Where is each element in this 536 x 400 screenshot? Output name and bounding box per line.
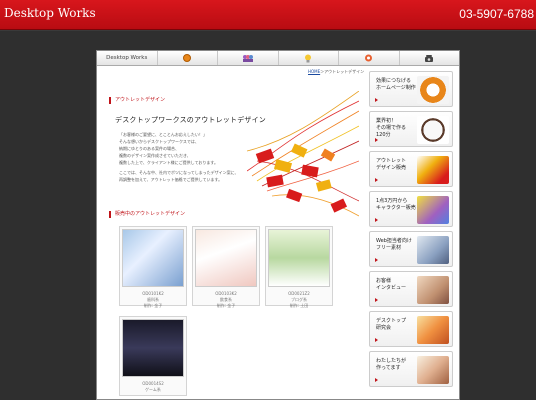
page-heading: デスクトップワークスのアウトレットデザイン (115, 116, 266, 124)
card-caption: OD0103K2 飲食系 制作: 金子 (193, 291, 259, 309)
sidebar-item-free-materials[interactable]: Web担当者向け フリー素材 (369, 231, 453, 267)
intro-line: 「お客様のご要望に、とことんお応えしたい！」 (119, 132, 207, 137)
design-maker: 制作: 金子 (143, 303, 163, 308)
intro-line: 再調整を加えて、アウトレット価格でご提供しています。 (119, 177, 223, 182)
sidebar-item-makers[interactable]: わたしたちが 作ってます (369, 351, 453, 387)
lightbulb-icon (305, 54, 312, 62)
design-type: 飲食系 (220, 297, 232, 302)
intro-line: ここでは、そんな中、社内でボツになってしまったデザイン案に、 (119, 170, 239, 175)
arrow-icon (375, 218, 378, 222)
design-code: OD0101K2 (142, 291, 164, 296)
nav-home-label: Desktop Works (106, 55, 148, 61)
nav-item-ideas[interactable] (279, 51, 339, 65)
sidebar-item-120min[interactable]: 業界初！ その場で作る 120分 (369, 111, 453, 147)
design-type: ブログ系 (291, 297, 307, 302)
materials-icon (417, 236, 449, 264)
phone-icon (425, 55, 434, 62)
sidebar-item-label: アウトレット デザイン販売 (376, 158, 407, 171)
design-card[interactable]: OD0103K2 飲食系 制作: 金子 (192, 226, 260, 309)
sidebar-item-label: デスクトップ 研究会 (376, 318, 407, 331)
breadcrumb-home[interactable]: HOME (308, 69, 320, 74)
design-maker: 制作: 金子 (216, 303, 236, 308)
sidebar-item-label: わたしたちが 作ってます (376, 358, 407, 371)
design-code: OD0103K2 (215, 291, 237, 296)
sidebar-item-label: お客様 インタビュー (376, 278, 407, 291)
people-icon (242, 55, 253, 62)
character-icon (417, 196, 449, 224)
orange-logo-icon (417, 76, 449, 104)
design-thumbnail[interactable] (195, 229, 257, 287)
sidebar-item-outlet[interactable]: アウトレット デザイン販売 (369, 151, 453, 187)
heart-icon (365, 54, 373, 62)
intro-line: 納期にゆとりのある案件の場合、 (119, 146, 179, 151)
sidebar-item-label: Web担当者向け フリー素材 (376, 238, 412, 251)
design-thumbnail[interactable] (268, 229, 330, 287)
arrow-icon (375, 338, 378, 342)
intro-line: 複数のデザイン案作成させていただき、 (119, 153, 191, 158)
arrow-icon (375, 258, 378, 262)
interview-photo (417, 276, 449, 304)
design-maker: 制作: 土田 (289, 303, 309, 308)
main-nav: Desktop Works (97, 51, 459, 66)
arrow-icon (375, 298, 378, 302)
design-thumbnail[interactable] (122, 319, 184, 377)
orange-circle-icon (183, 54, 192, 62)
price-tags-icon (417, 156, 449, 184)
card-caption: OD0021Z2 ブログ系 制作: 土田 (266, 291, 332, 309)
arrow-icon (375, 138, 378, 142)
section-title-outlet: アウトレットデザイン (109, 97, 165, 104)
price-tags-illustration (247, 91, 359, 217)
nav-item-heart[interactable] (339, 51, 400, 65)
sidebar-item-label: 業界初！ その場で作る 120分 (376, 118, 407, 138)
clock-icon (417, 116, 449, 144)
breadcrumb-current: ＞アウトレットデザイン (320, 69, 365, 74)
sidebar-item-character[interactable]: 1点3万円から キャラクター販売 (369, 191, 453, 227)
site-logo[interactable]: Desktop Works (4, 6, 96, 20)
phone-number: 03-5907-6788 (459, 7, 534, 21)
card-caption: OD0101K2 歯科系 制作: 金子 (120, 291, 186, 309)
sidebar-item-label: 1点3万円から キャラクター販売 (376, 198, 416, 211)
design-card[interactable]: OD0014S2 ゲーム系 (119, 316, 187, 396)
breadcrumb: HOME＞アウトレットデザイン (308, 69, 364, 75)
design-code: OD0021Z2 (288, 291, 310, 296)
design-type: ゲーム系 (145, 387, 161, 392)
content-frame: Desktop Works HOME＞アウトレットデザイン アウトレットデザイン… (96, 50, 460, 400)
sidebar-item-label: 効果につなげる ホームページ制作 (376, 78, 416, 91)
design-card[interactable]: OD0021Z2 ブログ系 制作: 土田 (265, 226, 333, 309)
nav-item-home[interactable]: Desktop Works (97, 51, 158, 65)
team-photo (417, 316, 449, 344)
nav-item-contact[interactable] (400, 51, 460, 65)
sidebar-item-web-production[interactable]: 効果につなげる ホームページ制作 (369, 71, 453, 107)
arrow-icon (375, 178, 378, 182)
card-caption: OD0014S2 ゲーム系 (120, 381, 186, 393)
sidebar-item-interview[interactable]: お客様 インタビュー (369, 271, 453, 307)
design-type: 歯科系 (147, 297, 159, 302)
sidebar-item-research[interactable]: デスクトップ 研究会 (369, 311, 453, 347)
intro-line: 複数した上で、クライアント様にご提供しております。 (119, 160, 218, 165)
arrow-icon (375, 98, 378, 102)
nav-item-people[interactable] (218, 51, 279, 65)
staff-photo (417, 356, 449, 384)
design-thumbnail[interactable] (122, 229, 184, 287)
site-header: Desktop Works 03-5907-6788 (0, 0, 536, 30)
design-code: OD0014S2 (142, 381, 164, 386)
section-title-on-sale: 販売中のアウトレットデザイン (109, 211, 185, 218)
design-card[interactable]: OD0101K2 歯科系 制作: 金子 (119, 226, 187, 309)
nav-item-services[interactable] (158, 51, 218, 65)
arrow-icon (375, 378, 378, 382)
intro-line: そんな想いからデスクトップワークスでは、 (119, 139, 199, 144)
